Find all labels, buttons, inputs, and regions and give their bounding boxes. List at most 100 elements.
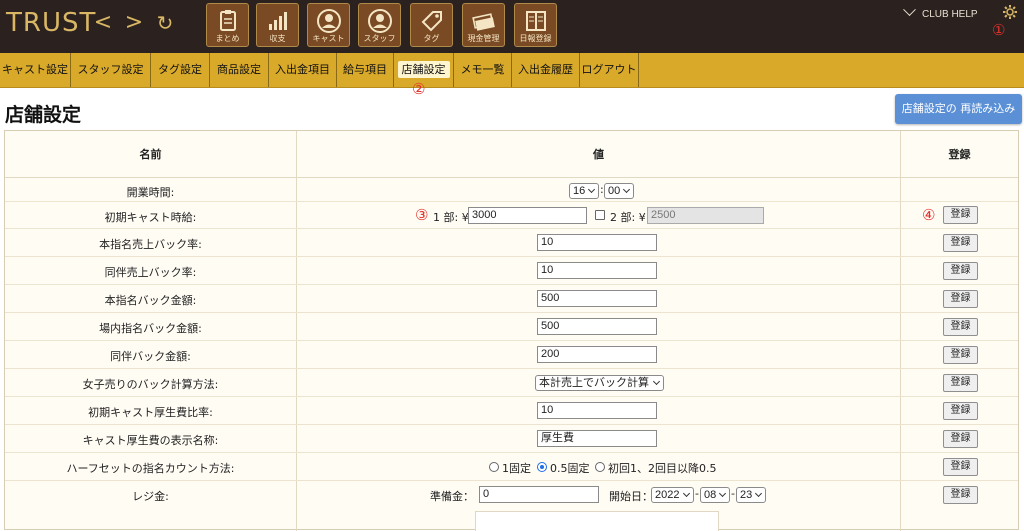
register-button[interactable]: 登録 [943,234,978,252]
partial-panel [475,511,719,531]
clipboard-icon [219,10,236,31]
table-row: 本指名バック金額: 500 登録 [5,285,1018,313]
tile-label: スタッフ [363,34,396,43]
forward-button[interactable]: > [122,9,146,39]
reserve-input[interactable]: 0 [479,486,599,503]
value-input[interactable]: 10 [537,262,657,279]
tile-label: タグ [423,34,440,43]
table-row: キャスト厚生費の表示名称: 厚生費 登録 [5,425,1018,453]
hour-select[interactable]: 16 [569,183,599,199]
menu-memo-list[interactable]: メモ一覧 [454,53,512,87]
back-button[interactable]: < [91,9,115,39]
radio-fixed-0-5[interactable] [537,462,547,472]
tile-label: 収支 [269,34,286,43]
tag-icon [421,11,442,32]
radio-fixed-1[interactable] [489,462,499,472]
money-icon [471,13,495,31]
tile-label: キャスト [312,34,345,43]
part2-label: 2 部: ¥ [610,211,646,224]
bar-chart-icon [268,12,287,30]
register-button[interactable]: 登録 [943,486,978,504]
register-button[interactable]: 登録 [943,318,978,336]
book-icon [525,11,546,31]
table-row: 初期キャスト時給: ③ 1 部: ¥ 3000 2 部: ¥ 2500 ④ 登録 [5,202,1018,229]
table-row: 同伴売上バック率: 10 登録 [5,257,1018,285]
part1-label: 1 部: ¥ [433,211,469,224]
top-bar: TRUST < > ↻ まとめ 収支 キャスト スタッフ タグ 現金管理 日報登… [0,0,1024,53]
table-row: 女子売りのバック計算方法: 本計売上でバック計算 登録 [5,369,1018,397]
calc-method-select[interactable]: 本計売上でバック計算 [535,375,664,391]
month-select[interactable]: 08 [700,487,730,503]
menu-cashflow-items[interactable]: 入出金項目 [269,53,337,87]
part2-checkbox[interactable] [595,210,605,220]
table-row: ハーフセットの指名カウント方法: 1固定 0.5固定 初回1、2回目以降0.5 … [5,453,1018,481]
table-row: 本指名売上バック率: 10 登録 [5,229,1018,257]
menu-cast-settings[interactable]: キャスト設定 [0,53,71,87]
row-label: 本指名バック金額: [104,294,197,307]
value-input[interactable]: 500 [537,318,657,335]
tile-cash[interactable]: 現金管理 [462,3,505,47]
tile-label: まとめ [215,34,240,43]
refresh-button[interactable]: ↻ [153,9,177,39]
club-help-link[interactable]: CLUB HELP [903,3,978,20]
column-header-value: 値 [297,131,900,178]
row-label: 初期キャスト厚生費比率: [88,406,213,419]
register-button[interactable]: 登録 [943,346,978,364]
person-icon [316,9,341,33]
table-row: レジ金: 準備金： 0 開始日： 2022 - 08 - 23 登録 [5,481,1018,509]
register-button[interactable]: 登録 [943,402,978,420]
menu-product-settings[interactable]: 商品設定 [210,53,269,87]
value-input[interactable]: 10 [537,234,657,251]
reserve-label: 準備金： [430,490,474,503]
value-input[interactable]: 厚生費 [537,430,657,447]
date-separator: - [695,487,699,500]
gear-icon[interactable] [1002,4,1018,20]
row-label: 女子売りのバック計算方法: [82,378,219,391]
menu-salary-items[interactable]: 給与項目 [337,53,394,87]
column-header-register: 登録 [901,131,1018,178]
row-label: 開業時間: [126,186,175,199]
table-row: 開業時間: 16 : 00 [5,178,1018,202]
tile-summary[interactable]: まとめ [206,3,249,47]
register-button[interactable]: 登録 [943,206,978,224]
reload-store-settings-button[interactable]: 店舗設定の 再読み込み [895,94,1022,124]
menu-logout[interactable]: ログアウト [580,53,639,87]
annotation-marker-4: ④ [922,206,936,224]
radio-label: 1固定 [502,462,531,475]
register-button[interactable]: 登録 [943,458,978,476]
register-button[interactable]: 登録 [943,290,978,308]
table-row: 初期キャスト厚生費比率: 10 登録 [5,397,1018,425]
value-input[interactable]: 10 [537,402,657,419]
settings-menu-bar: キャスト設定 スタッフ設定 タグ設定 商品設定 入出金項目 給与項目 店舗設定 … [0,53,1024,88]
day-select[interactable]: 23 [736,487,766,503]
annotation-marker-3: ③ [415,206,429,224]
tile-cast[interactable]: キャスト [307,3,350,47]
value-input[interactable]: 200 [537,346,657,363]
row-label: 同伴バック金額: [110,350,191,363]
part2-wage-input[interactable]: 2500 [647,207,764,224]
register-button[interactable]: 登録 [943,374,978,392]
row-label: レジ金: [132,490,169,503]
minute-select[interactable]: 00 [604,183,634,199]
value-input[interactable]: 500 [537,290,657,307]
radio-label: 初回1、2回目以降0.5 [608,462,717,475]
tile-tag[interactable]: タグ [410,3,453,47]
menu-cashflow-history[interactable]: 入出金履歴 [512,53,580,87]
column-header-name: 名前 [5,131,296,178]
radio-first-1-then-0-5[interactable] [595,462,605,472]
register-button[interactable]: 登録 [943,262,978,280]
tile-label: 現金管理 [467,34,500,43]
tile-balance[interactable]: 収支 [256,3,299,47]
tile-staff[interactable]: スタッフ [358,3,401,47]
register-button[interactable]: 登録 [943,430,978,448]
menu-tag-settings[interactable]: タグ設定 [151,53,210,87]
year-select[interactable]: 2022 [651,487,694,503]
settings-table: 名前 値 登録 開業時間: 16 : 00 初期キャスト時給: ③ 1 部: ¥… [4,130,1019,531]
menu-staff-settings[interactable]: スタッフ設定 [71,53,151,87]
row-label: 初期キャスト時給: [104,211,197,224]
start-date-label: 開始日： [609,490,653,503]
part1-wage-input[interactable]: 3000 [468,207,587,224]
row-label: ハーフセットの指名カウント方法: [66,462,235,475]
tile-daily-report[interactable]: 日報登録 [514,3,557,47]
app-logo: TRUST [6,8,97,38]
